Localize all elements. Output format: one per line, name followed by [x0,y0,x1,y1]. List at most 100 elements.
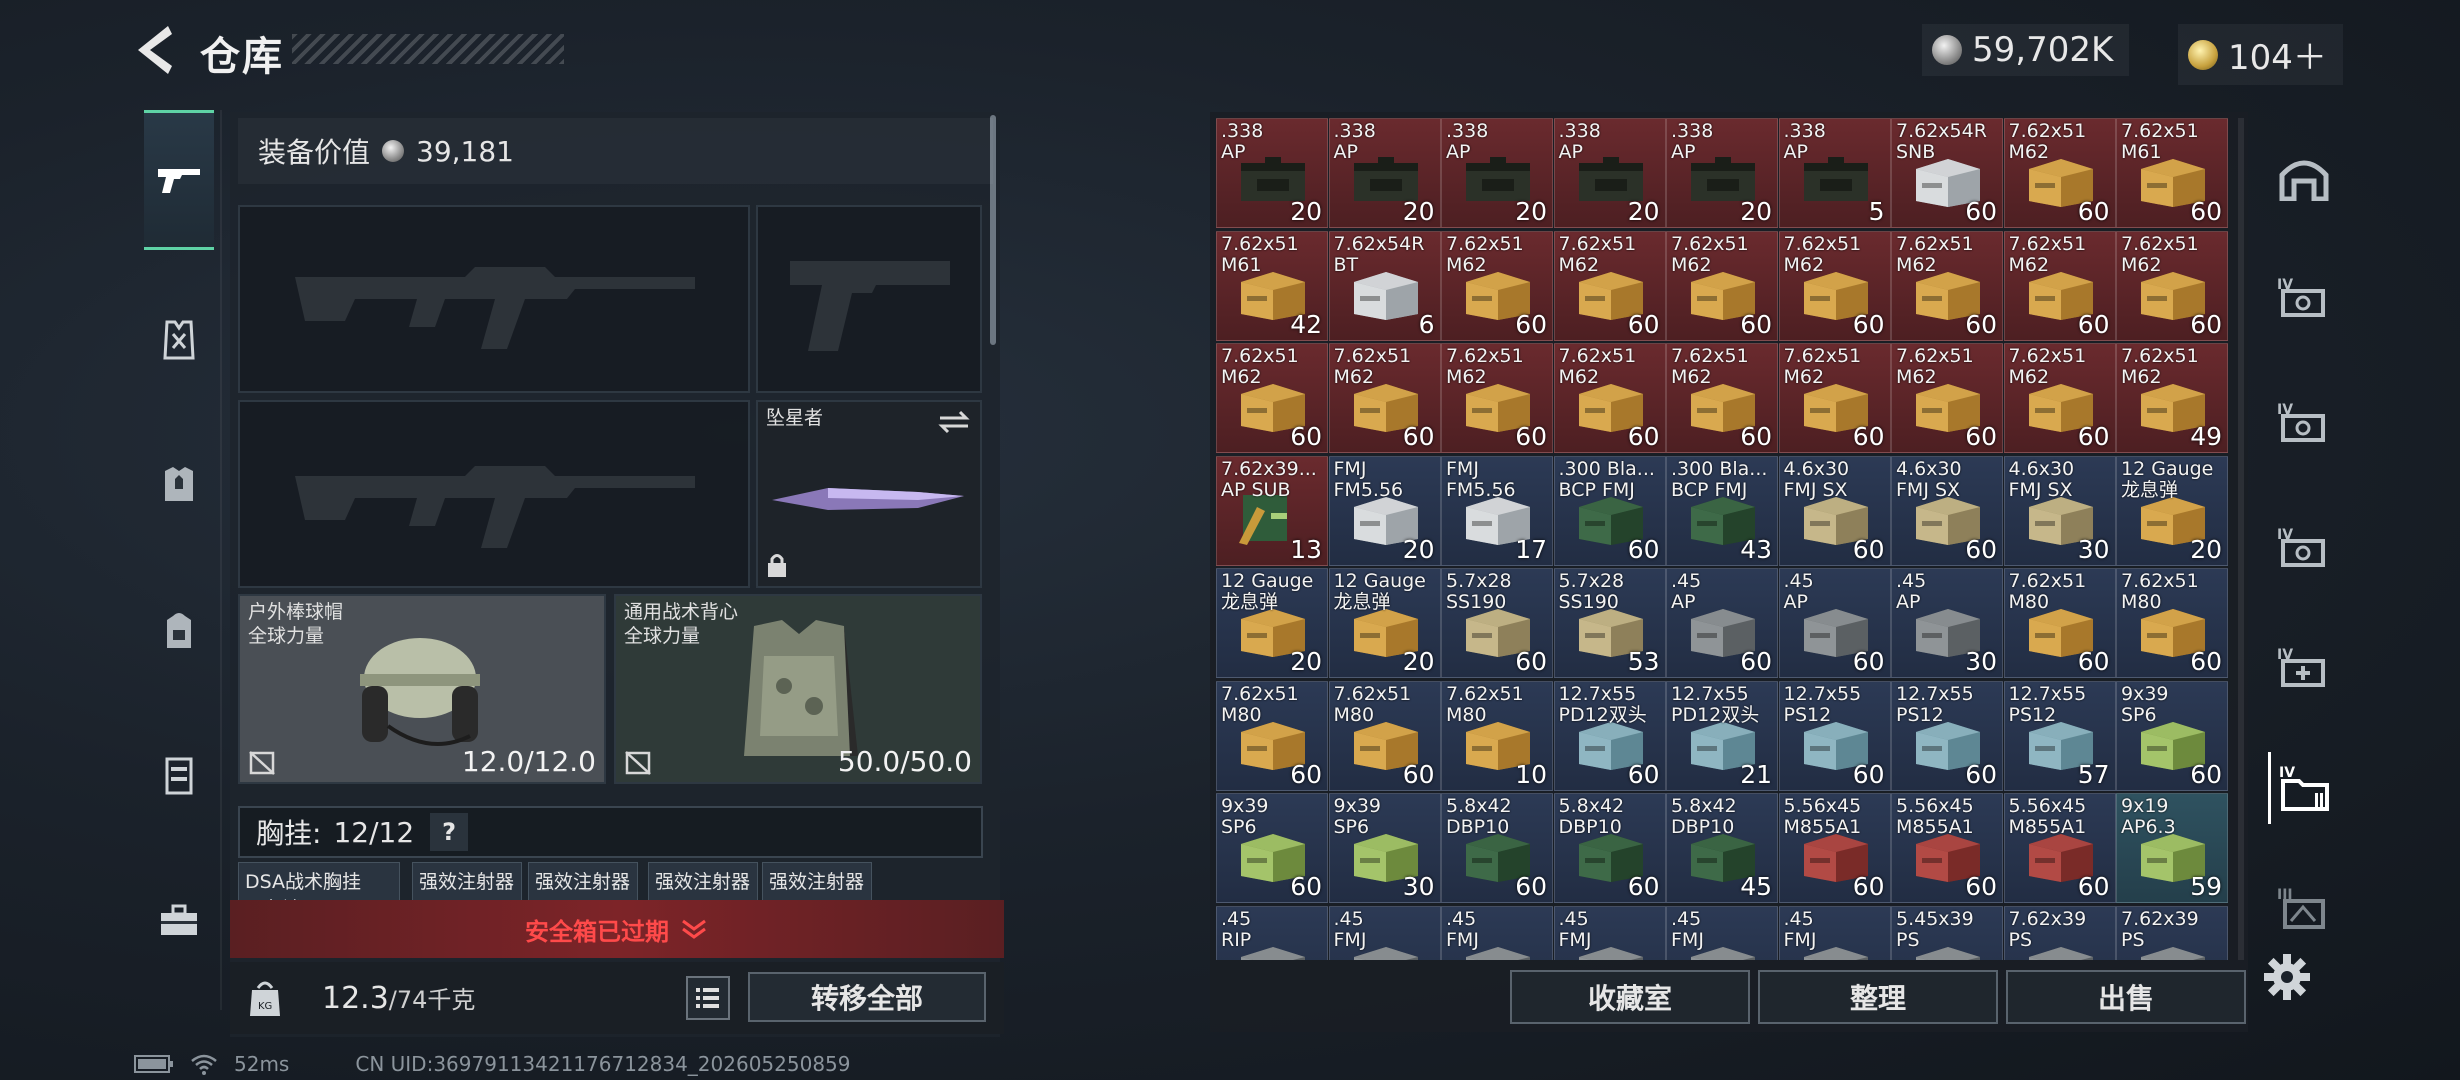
inventory-item[interactable]: 7.62x51 M80 60 [1216,680,1328,791]
inventory-item[interactable]: 5.8x42 DBP10 60 [1553,793,1666,903]
tab-storage-iv-medical[interactable]: IV [2268,632,2340,704]
safebox-expired-banner[interactable]: 安全箱已过期 [230,900,1004,958]
rig-item[interactable]: 强效注射器 [648,862,758,902]
primary-weapon-slot[interactable] [238,205,750,393]
helmet-slot[interactable]: 户外棒球帽 全球力量 12.0/12.0 [238,594,606,784]
sidearm-slot[interactable] [756,205,982,393]
inventory-item[interactable]: 12 Gauge 龙息弹 20 [1328,568,1441,678]
inventory-item[interactable]: 7.62x51 M62 60 [1666,230,1778,341]
inventory-item[interactable]: .45 AP 60 [1666,568,1778,678]
inventory-item[interactable]: 7.62x51 M62 60 [2003,230,2116,341]
inventory-item[interactable]: 7.62x51 M62 60 [1891,230,2003,341]
inventory-item[interactable]: 7.62x51 M61 60 [2116,118,2228,228]
inventory-item[interactable]: 7.62x51 M62 60 [1553,230,1666,341]
inventory-item[interactable]: .338 AP 20 [1666,118,1778,228]
inventory-item[interactable]: 7.62x51 M62 60 [1666,343,1778,453]
nav-case[interactable] [144,740,214,810]
melee-slot[interactable]: 坠星者 [756,400,982,588]
inventory-item[interactable]: 7.62x51 M80 60 [2116,568,2228,678]
swap-icon[interactable] [936,408,972,436]
inventory-item[interactable]: .338 AP 20 [1216,118,1328,228]
inventory-item[interactable]: FMJ FM5.56 20 [1328,455,1441,566]
inventory-scrollbar[interactable] [2238,118,2244,960]
nav-toolbox[interactable] [144,885,214,955]
inventory-item[interactable]: 4.6x30 FMJ SX 30 [2003,455,2116,566]
inventory-item[interactable]: .45 AP 60 [1778,568,1891,678]
inventory-item[interactable]: .338 AP 5 [1778,118,1891,228]
inventory-item[interactable]: 9x19 AP6.3 59 [2116,793,2228,903]
inventory-item[interactable]: 7.62x39 PS [2003,905,2116,960]
inventory-item[interactable]: 12.7x55 PD12双头 60 [1553,680,1666,791]
nav-rig[interactable] [144,305,214,375]
inventory-item[interactable]: .45 FMJ [1328,905,1441,960]
rig-item[interactable]: 强效注射器 [762,862,872,902]
inventory-item[interactable]: 4.6x30 FMJ SX 60 [1778,455,1891,566]
inventory-item[interactable]: .338 AP 20 [1553,118,1666,228]
inventory-item[interactable]: 7.62x51 M62 60 [1553,343,1666,453]
inventory-item[interactable]: 12.7x55 PD12双头 21 [1666,680,1778,791]
inventory-item[interactable]: 5.56x45 M855A1 60 [1778,793,1891,903]
inventory-item[interactable]: 7.62x39... AP SUB 13 [1216,455,1328,566]
nav-weapons[interactable] [144,110,214,250]
inventory-item[interactable]: 12.7x55 PS12 57 [2003,680,2116,791]
inventory-item[interactable]: 5.7x28 SS190 60 [1441,568,1553,678]
currency-premium[interactable]: 104＋ [2178,24,2343,85]
inventory-item[interactable]: 4.6x30 FMJ SX 60 [1891,455,2003,566]
sell-button[interactable]: 出售 [2006,970,2246,1024]
inventory-item[interactable]: .45 FMJ [1553,905,1666,960]
inventory-item[interactable]: .45 RIP [1216,905,1328,960]
transfer-all-button[interactable]: 转移全部 [748,972,986,1022]
tab-main-storage[interactable] [2268,142,2340,214]
secondary-weapon-slot[interactable] [238,400,750,588]
tab-storage-iv-ammo[interactable]: IV [2268,752,2340,824]
inventory-item[interactable]: .338 AP 20 [1328,118,1441,228]
tab-storage-iii[interactable]: III [2268,872,2340,944]
inventory-item[interactable]: 5.8x42 DBP10 45 [1666,793,1778,903]
inventory-item[interactable]: 5.45x39 PS [1891,905,2003,960]
inventory-item[interactable]: 7.62x51 M62 60 [2116,230,2228,341]
inventory-item[interactable]: 7.62x51 M62 60 [1441,230,1553,341]
tab-storage-iv-1[interactable]: IV [2268,262,2340,334]
chest-rig-bar[interactable]: 胸挂: 12/12 ? [238,806,983,858]
rig-item[interactable]: 强效注射器 [412,862,522,902]
inventory-item[interactable]: 7.62x51 M62 49 [2116,343,2228,453]
inventory-item[interactable]: 7.62x39 PS [2116,905,2228,960]
tab-storage-iv-3[interactable]: IV [2268,512,2340,584]
inventory-item[interactable]: 7.62x51 M62 60 [1328,343,1441,453]
inventory-item[interactable]: 12 Gauge 龙息弹 20 [2116,455,2228,566]
inventory-item[interactable]: 7.62x54R SNB 60 [1891,118,2003,228]
inventory-item[interactable]: 7.62x51 M80 10 [1441,680,1553,791]
inventory-item[interactable]: .45 FMJ [1778,905,1891,960]
inventory-item[interactable]: 5.56x45 M855A1 60 [2003,793,2116,903]
help-button[interactable]: ? [430,813,469,851]
inventory-item[interactable]: 5.7x28 SS190 53 [1553,568,1666,678]
list-view-button[interactable] [686,976,730,1020]
collection-button[interactable]: 收藏室 [1510,970,1750,1024]
inventory-item[interactable]: .338 AP 20 [1441,118,1553,228]
inventory-item[interactable]: 9x39 SP6 30 [1328,793,1441,903]
inventory-item[interactable]: 7.62x51 M62 60 [1891,343,2003,453]
inventory-item[interactable]: .45 AP 30 [1891,568,2003,678]
inventory-item[interactable]: 7.62x51 M61 42 [1216,230,1328,341]
inventory-item[interactable]: 7.62x51 M62 60 [2003,343,2116,453]
settings-gear-icon[interactable] [2262,952,2312,1002]
inventory-item[interactable]: 9x39 SP6 60 [2116,680,2228,791]
inventory-item[interactable]: 5.56x45 M855A1 60 [1891,793,2003,903]
inventory-item[interactable]: FMJ FM5.56 17 [1441,455,1553,566]
inventory-item[interactable]: 7.62x51 M62 60 [1216,343,1328,453]
inventory-item[interactable]: 9x39 SP6 60 [1216,793,1328,903]
nav-backpack[interactable] [144,595,214,665]
inventory-item[interactable]: 7.62x51 M62 60 [1441,343,1553,453]
inventory-item[interactable]: 7.62x51 M62 60 [2003,118,2116,228]
inventory-item[interactable]: 12 Gauge 龙息弹 20 [1216,568,1328,678]
inventory-item[interactable]: .45 FMJ [1666,905,1778,960]
rig-item[interactable]: 强效注射器 [528,862,638,902]
inventory-item[interactable]: 7.62x54R BT 6 [1328,230,1441,341]
inventory-item[interactable]: .45 FMJ [1441,905,1553,960]
inventory-item[interactable]: .300 Bla... BCP FMJ 43 [1666,455,1778,566]
back-arrow-icon[interactable] [130,22,180,78]
inventory-item[interactable]: 7.62x51 M62 60 [1778,230,1891,341]
inventory-item[interactable]: 7.62x51 M80 60 [2003,568,2116,678]
rig-item[interactable]: DSA战术胸挂 三色迷 [238,862,400,920]
inventory-item[interactable]: 7.62x51 M80 60 [1328,680,1441,791]
